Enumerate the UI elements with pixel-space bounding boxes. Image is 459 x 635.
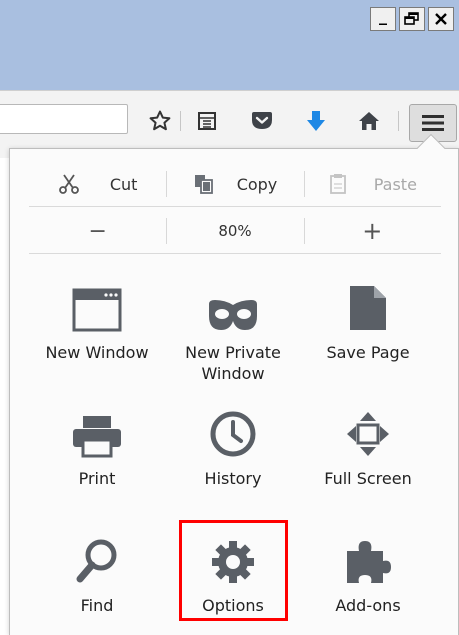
- hamburger-menu-icon: [422, 115, 444, 131]
- separator: [29, 206, 441, 207]
- toolbar-separator: [398, 111, 399, 131]
- window-controls: _: [370, 7, 454, 31]
- tile-label: New Window: [45, 343, 149, 362]
- magnifier-icon: [76, 539, 117, 583]
- new-window-icon: [72, 288, 122, 332]
- history-tile[interactable]: History: [163, 398, 303, 516]
- save-page-icon: [350, 286, 386, 330]
- zoom-out-button[interactable]: −: [29, 210, 166, 252]
- zoom-value: 80%: [218, 222, 252, 240]
- cut-button[interactable]: Cut: [29, 163, 166, 205]
- options-highlight-box: [179, 520, 288, 621]
- tile-label: Add-ons: [335, 596, 401, 615]
- private-mask-icon: [209, 300, 257, 330]
- zoom-out-label: −: [88, 218, 107, 244]
- full-screen-tile[interactable]: Full Screen: [298, 398, 438, 516]
- separator: [29, 253, 441, 254]
- add-ons-tile[interactable]: Add-ons: [298, 525, 438, 635]
- printer-icon: [73, 416, 121, 458]
- tile-label: New Private Window: [185, 343, 281, 383]
- zoom-in-label: +: [362, 217, 383, 245]
- reading-list-icon: [198, 112, 216, 130]
- copy-icon: [194, 175, 213, 194]
- find-tile[interactable]: Find: [27, 525, 167, 635]
- new-window-tile[interactable]: New Window: [27, 272, 167, 390]
- zoom-in-button[interactable]: +: [303, 210, 441, 252]
- restore-icon: [404, 12, 419, 25]
- downloads-button[interactable]: [303, 108, 329, 134]
- minimize-icon: _: [379, 6, 387, 25]
- close-icon: [435, 13, 447, 25]
- paste-button[interactable]: Paste: [303, 163, 441, 205]
- copy-button[interactable]: Copy: [166, 163, 303, 205]
- tile-label: Save Page: [326, 343, 410, 362]
- home-button[interactable]: [356, 108, 382, 134]
- download-arrow-icon: [307, 111, 325, 131]
- tile-label: History: [204, 469, 262, 488]
- paste-label: Paste: [373, 174, 417, 194]
- full-screen-icon: [347, 412, 389, 456]
- copy-label: Copy: [236, 174, 278, 194]
- minimize-button[interactable]: _: [370, 7, 396, 31]
- puzzle-icon: [347, 541, 391, 583]
- tile-label: Print: [78, 469, 116, 488]
- zoom-reset-button[interactable]: 80%: [166, 210, 303, 252]
- clock-icon: [210, 411, 256, 457]
- home-icon: [359, 112, 379, 130]
- toolbar-separator: [180, 111, 181, 131]
- scissors-icon: [58, 174, 79, 194]
- restore-button[interactable]: [399, 7, 425, 31]
- tile-label: Find: [80, 596, 114, 615]
- clipboard-icon: [329, 174, 346, 194]
- edit-controls: Cut Copy Paste: [29, 163, 441, 205]
- cut-label: Cut: [109, 174, 138, 194]
- close-button[interactable]: [428, 7, 454, 31]
- save-page-tile[interactable]: Save Page: [298, 272, 438, 390]
- print-tile[interactable]: Print: [27, 398, 167, 516]
- pocket-icon: [252, 112, 272, 129]
- pocket-button[interactable]: [249, 108, 275, 134]
- window-titlebar: _: [0, 0, 459, 90]
- bookmark-star-button[interactable]: [147, 108, 173, 134]
- tile-label: Full Screen: [324, 469, 412, 488]
- new-private-window-tile[interactable]: New Private Window: [163, 272, 303, 390]
- url-bar[interactable]: [0, 104, 128, 134]
- reading-list-button[interactable]: [194, 108, 220, 134]
- zoom-controls: − 80% +: [29, 210, 441, 252]
- star-icon: [149, 110, 171, 131]
